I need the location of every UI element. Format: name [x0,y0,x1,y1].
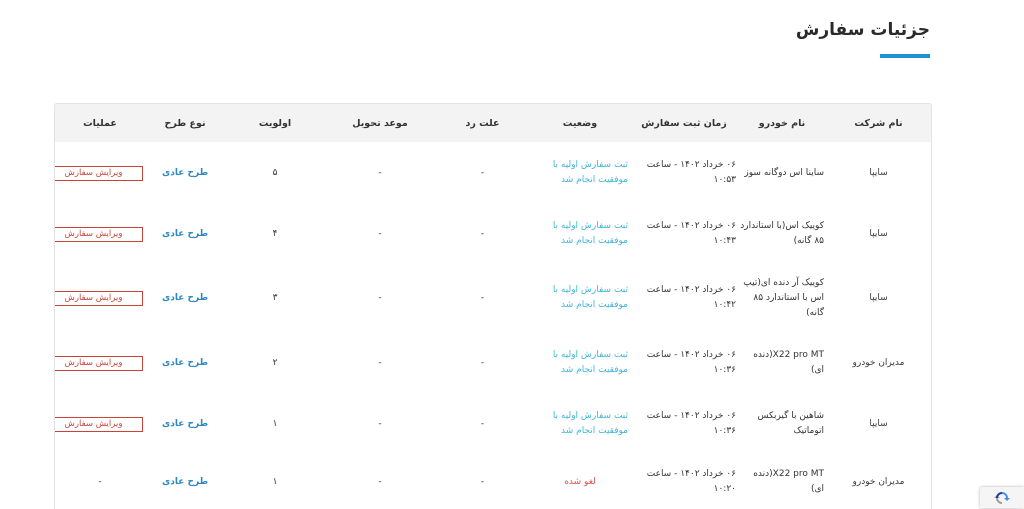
cell-reject: - [480,228,485,239]
table-header-row: نام شرکت نام خودرو زمان ثبت سفارش وضعیت … [55,104,931,142]
edit-order-button[interactable]: ویرایش سفارش [55,226,143,242]
table-row: سایپا کوییک آر دنده ای(تیپ اس با استاندا… [55,264,931,332]
cell-reject: - [480,167,485,178]
cell-status: لغو شده [564,476,596,487]
cell-delivery: - [378,418,382,429]
cell-time: ۰۶ خرداد ۱۴۰۲ - ساعت ۱۰:۲۰ [646,469,736,494]
cell-delivery: - [378,476,382,487]
cell-plan[interactable]: طرح عادی [145,394,225,454]
recaptcha-badge[interactable] [980,487,1024,508]
cell-company: سایپا [869,228,888,239]
cell-company: سایپا [869,292,888,303]
table-row: سایپا ساینا اس دوگانه سوز ۰۶ خرداد ۱۴۰۲ … [55,142,931,204]
header-plan: نوع طرح [164,117,206,129]
edit-order-button[interactable]: ویرایش سفارش [55,165,143,181]
header-ops: عملیات [83,117,117,129]
table-row: مدیران خودرو X22 pro MT(دنده ای) ۰۶ خردا… [55,332,931,394]
cell-status: ثبت سفارش اولیه با موفقیت انجام شد [552,221,628,246]
cell-ops: ویرایش سفارش [55,264,145,332]
header-delivery: موعد تحویل [352,117,408,129]
edit-order-button[interactable]: ویرایش سفارش [55,355,143,371]
cell-car: شاهین با گیربکس اتوماتیک [757,411,824,436]
cell-priority: ۳ [272,292,278,303]
header-reject: علت رد [465,117,500,129]
table-row: مدیران خودرو X22 pro MT(دنده ای) ۰۶ خردا… [55,454,931,509]
header-company: نام شرکت [854,117,903,129]
cell-ops: ویرایش سفارش [55,332,145,394]
cell-company: سایپا [869,167,888,178]
cell-plan[interactable]: طرح عادی [145,332,225,394]
cell-car: X22 pro MT(دنده ای) [753,469,824,494]
orders-table: نام شرکت نام خودرو زمان ثبت سفارش وضعیت … [55,104,931,509]
cell-ops: - [98,476,102,487]
cell-ops: ویرایش سفارش [55,394,145,454]
cell-status: ثبت سفارش اولیه با موفقیت انجام شد [552,285,628,310]
cell-plan[interactable]: طرح عادی [145,142,225,204]
cell-priority: ۲ [272,357,278,368]
cell-priority: ۱ [272,418,278,429]
cell-car: ساینا اس دوگانه سوز [744,167,824,178]
cell-car: X22 pro MT(دنده ای) [753,350,824,375]
cell-priority: ۵ [272,167,278,178]
page-title: جزئیات سفارش [795,20,930,40]
cell-time: ۰۶ خرداد ۱۴۰۲ - ساعت ۱۰:۴۲ [646,285,736,310]
cell-time: ۰۶ خرداد ۱۴۰۲ - ساعت ۱۰:۵۳ [646,160,736,185]
cell-car: کوییک اس(با استاندارد ۸۵ گانه) [740,221,824,246]
header-time: زمان ثبت سفارش [641,117,727,129]
edit-order-button[interactable]: ویرایش سفارش [55,416,143,432]
cell-plan[interactable]: طرح عادی [145,454,225,509]
orders-table-container: نام شرکت نام خودرو زمان ثبت سفارش وضعیت … [54,103,932,509]
cell-status: ثبت سفارش اولیه با موفقیت انجام شد [552,350,628,375]
cell-car: کوییک آر دنده ای(تیپ اس با استاندارد ۸۵ … [743,277,824,318]
title-underline [880,54,930,58]
recaptcha-icon [994,492,1010,504]
cell-reject: - [480,357,485,368]
cell-status: ثبت سفارش اولیه با موفقیت انجام شد [552,160,628,185]
cell-company: سایپا [869,418,888,429]
header-car: نام خودرو [758,117,806,129]
cell-time: ۰۶ خرداد ۱۴۰۲ - ساعت ۱۰:۳۶ [646,350,736,375]
cell-plan[interactable]: طرح عادی [145,204,225,264]
header-priority: اولویت [258,117,292,129]
cell-ops: ویرایش سفارش [55,204,145,264]
table-row: سایپا شاهین با گیربکس اتوماتیک ۰۶ خرداد … [55,394,931,454]
cell-priority: ۱ [272,476,278,487]
cell-priority: ۴ [272,228,278,239]
cell-status: ثبت سفارش اولیه با موفقیت انجام شد [552,411,628,436]
cell-time: ۰۶ خرداد ۱۴۰۲ - ساعت ۱۰:۳۶ [646,411,736,436]
cell-delivery: - [378,228,382,239]
cell-plan[interactable]: طرح عادی [145,264,225,332]
table-row: سایپا کوییک اس(با استاندارد ۸۵ گانه) ۰۶ … [55,204,931,264]
cell-time: ۰۶ خرداد ۱۴۰۲ - ساعت ۱۰:۴۳ [646,221,736,246]
header-status: وضعیت [562,117,598,129]
cell-reject: - [480,292,485,303]
cell-reject: - [480,418,485,429]
cell-company: مدیران خودرو [852,357,905,368]
cell-company: مدیران خودرو [852,476,905,487]
cell-delivery: - [378,357,382,368]
edit-order-button[interactable]: ویرایش سفارش [55,290,143,306]
cell-delivery: - [378,167,382,178]
cell-reject: - [480,476,485,487]
cell-ops: ویرایش سفارش [55,142,145,204]
cell-delivery: - [378,292,382,303]
